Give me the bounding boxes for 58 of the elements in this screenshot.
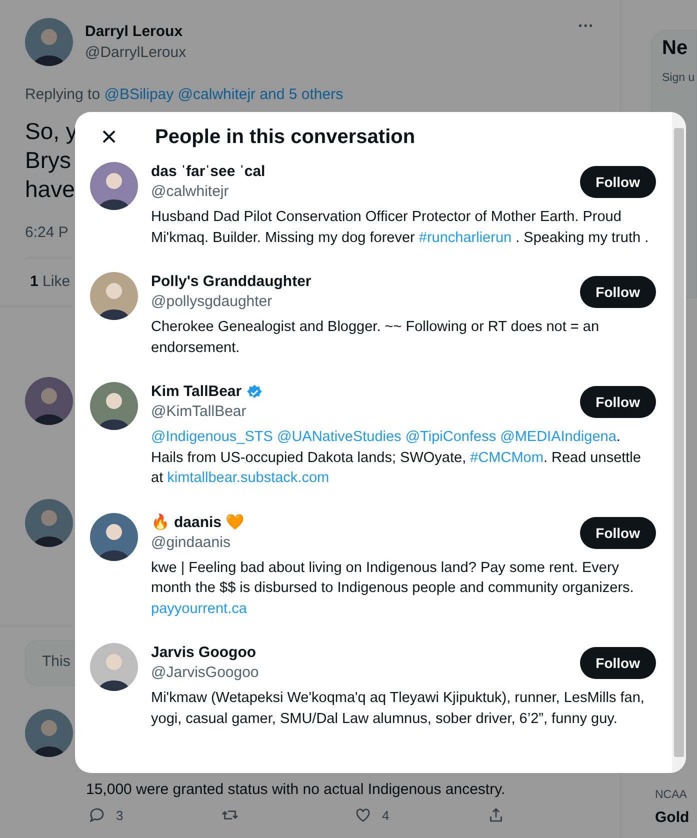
mention-link[interactable]: @BSilipay @calwhitejr and 5 others [104,86,344,103]
person-name[interactable]: Polly's Granddaughter [151,272,312,292]
bio-link[interactable]: @UANativeStudies [276,429,402,445]
modal-title: People in this conversation [155,126,416,148]
tweet-text: Brys [25,146,71,175]
person-name[interactable]: daanis [174,512,222,532]
heart-emoji: 🧡 [226,512,245,532]
person-bio: kwe | Feeling bad about living on Indigenous land? Pay some rent. Every month the $$ is disbursed to Indigenous people and community organizers. payyourrent.ca [151,558,635,618]
like-button[interactable]: 4 [354,806,487,824]
bio-link[interactable]: @MEDIAIndigena [500,429,616,445]
bio-link[interactable]: #runcharlierun [418,230,512,246]
person-handle: @pollysgdaughter [151,292,274,312]
avatar [25,499,73,547]
reply-icon [88,806,106,824]
avatar [90,643,138,691]
avatar [90,162,138,210]
author-name: Darryl Leroux [85,23,184,40]
avatar [25,18,73,66]
reply-button[interactable]: 3 [88,806,221,824]
share-icon [487,806,505,824]
person-handle: @gindaanis [151,532,232,552]
reply-text: 15,000 were granted status with no actual Indigenous ancestry. [85,780,506,798]
follow-button[interactable]: Follow [580,166,656,198]
follow-button[interactable]: Follow [580,386,656,418]
person-bio: Mi'kmaw (Wetapeksi We'koqma'q aq Tleyawi Kjipuktuk), runner, LesMills fan, yogi, casual gamer, SMU/Dal Law alumnus, sober driver, 6’2”, funny guy. [151,689,646,728]
follow-button[interactable]: Follow [580,276,656,308]
person-handle: @KimTallBear [151,402,248,422]
fire-emoji: 🔥 [151,512,170,532]
tweet-text: have [25,175,75,204]
trend-title: Gold [655,809,690,826]
more-button[interactable]: ··· [578,18,604,36]
person-handle: @JarvisGoogoo [151,663,259,683]
bio-link[interactable]: @TipiConfess [405,429,496,445]
person-bio: @Indigenous_STS @UANativeStudies @TipiConfess @MEDIAIndigena. Hails from US-occupied Dakota lands; SWOyate, #CMCMom. Read unsettle at kimtallbear.substack.com [151,428,642,488]
avatar [90,512,138,560]
bio-link[interactable]: kimtallbear.substack.com [167,470,330,486]
replying-to-text: Replying to @BSilipay @calwhitejr and 5 others [24,85,344,103]
author-handle: @DarrylLeroux [85,44,188,61]
avatar [25,377,73,425]
bio-link[interactable]: @Indigenous_STS [151,429,273,445]
scrollbar[interactable] [672,112,686,773]
bio-link[interactable]: payyourrent.ca [151,600,247,616]
bio-link[interactable]: #CMCMom [470,450,544,466]
card-text: Sign u [662,72,696,84]
person-name[interactable]: Jarvis Googoo [151,643,256,663]
avatar [25,709,73,757]
trend-category: NCAA [655,789,688,801]
follow-button[interactable]: Follow [580,647,656,679]
heart-icon [354,806,372,824]
person-name[interactable]: Kim TallBear [151,382,242,402]
card-title: Ne [662,37,689,60]
follow-button[interactable]: Follow [580,516,656,548]
person-handle: @calwhitejr [151,182,230,202]
close-button[interactable]: × [91,123,127,151]
person-bio: Cherokee Genealogist and Blogger. ~~ Following or RT does not = an endorsement. [151,318,600,358]
avatar [90,382,138,430]
avatar [90,272,138,320]
person-name[interactable]: das ˈfarˈsee ˈcal [151,162,266,182]
